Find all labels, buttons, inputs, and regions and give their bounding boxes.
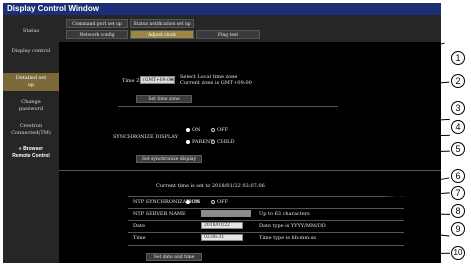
tab-network-config[interactable]: Network config [66,30,128,39]
ntp-on-radio[interactable] [186,200,190,204]
callout-8: 8 [451,204,465,218]
sidebar-item-status[interactable]: Status [3,28,59,35]
callout-6: 6 [451,169,465,183]
ntp-server-label: NTP SERVER NAME [133,211,186,217]
child-radio[interactable] [211,140,215,144]
callout-10: 10 [451,246,465,260]
set-date-and-time-button[interactable]: Set date and time [146,253,202,261]
callout-4: 4 [451,120,465,134]
callout-5: 5 [451,142,465,156]
date-label: Date [133,223,145,229]
sidebar-item-crestron[interactable]: Crestron Connected(TM) [3,123,59,137]
callout-9: 9 [451,222,465,236]
tab-command-port[interactable]: Command port set up [66,19,128,28]
ntp-server-hint: Up to 63 characters [259,211,310,217]
sync-label: SYNCHRONIZE DISPLAY [113,134,179,140]
sidebar-item-browser-remote[interactable]: » Browser Remote Control [11,146,51,160]
set-synchronize-display-button[interactable]: Set synchronize display [136,155,202,163]
ntp-on-label: ON [192,199,201,205]
ntp-off-label: OFF [217,199,229,205]
callout-2: 2 [451,74,465,88]
parent-radio[interactable] [186,140,190,144]
sync-on-label: ON [192,127,201,133]
date-input[interactable]: 2018/01/22 [201,222,243,229]
sync-on-radio[interactable] [186,128,190,132]
current-time-text: Current time is set to 2018/01/22 02:07:… [156,183,265,189]
title-bar: Display Control Window [3,3,441,15]
set-time-zone-button[interactable]: Set time zone [136,95,192,103]
main-panel: Command port set up Status notification … [59,15,441,263]
time-label: Time [133,235,146,241]
divider [118,106,338,107]
tab-adjust-clock[interactable]: Adjust clock [130,30,194,39]
window-title: Display Control Window [7,4,99,13]
time-hint: Time type is hh:mm:ss [259,235,316,241]
date-hint: Date type is YYYY/MM/DD [259,223,326,229]
sync-off-label: OFF [217,127,229,133]
timezone-select[interactable]: (GMT+09:00) ▾ [140,76,175,84]
sidebar-item-change-password[interactable]: Change password [13,99,49,113]
child-label: CHILD [217,139,235,145]
chevron-down-icon: ▾ [170,78,173,83]
callout-1: 1 [451,51,465,65]
timezone-value: (GMT+09:00) [143,78,175,83]
timezone-info-line2: Current zone is GMT+09:00 [180,80,252,86]
sidebar-item-label: Detailed set up [15,75,47,88]
sidebar-item-display-control[interactable]: Display control [11,48,51,55]
sidebar: Status Display control Detailed set up C… [3,15,59,263]
ntp-off-radio[interactable] [211,200,215,204]
ntp-server-input[interactable] [201,210,251,217]
sync-off-radio[interactable] [211,128,215,132]
tab-ping-test[interactable]: Ping test [196,30,260,39]
sidebar-item-detailed-set-up[interactable]: Detailed set up [3,73,59,91]
callout-3: 3 [451,101,465,115]
callout-7: 7 [451,186,465,200]
divider [59,170,441,171]
time-input[interactable]: 02:06:31 [201,234,243,241]
tab-status-notification[interactable]: Status notification set up [130,19,194,28]
